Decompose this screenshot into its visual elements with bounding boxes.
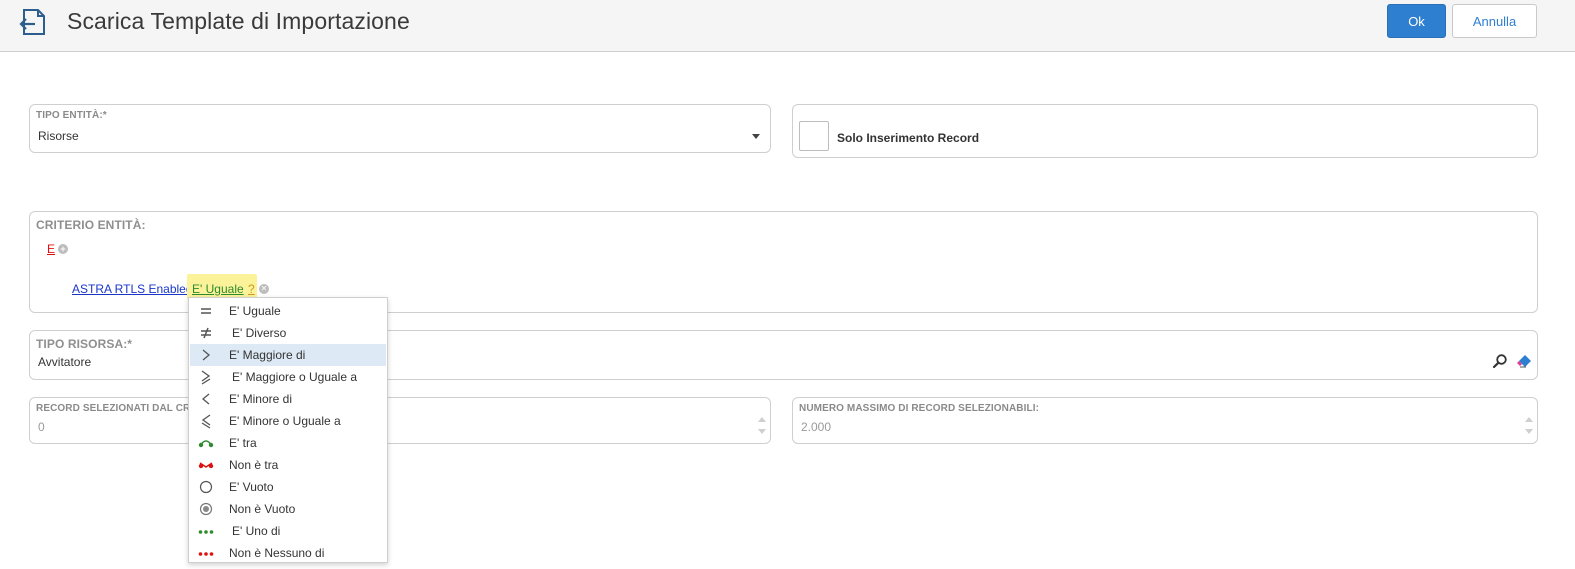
operator-option-label: Non è Nessuno di: [229, 546, 325, 560]
greater-than-icon: [202, 349, 211, 361]
less-equal-icon: [201, 414, 211, 429]
page-title: Scarica Template di Importazione: [67, 8, 410, 34]
filled-circle-icon: [199, 502, 213, 516]
equals-icon: [201, 308, 211, 314]
tipo-entita-label: TIPO ENTITÀ:*: [36, 110, 107, 121]
record-selezionati-stepper[interactable]: [758, 414, 766, 438]
tipo-entita-value: Risorse: [38, 129, 79, 143]
not-equals-icon: [201, 327, 211, 339]
operator-option-label: E' Maggiore o Uguale a: [232, 370, 358, 384]
operator-option-empty[interactable]: E' Vuoto: [190, 476, 386, 498]
operator-option-less-than[interactable]: E' Minore di: [190, 388, 386, 410]
stepper-down-icon[interactable]: [1525, 429, 1533, 434]
criterio-entita-label: CRITERIO ENTITÀ:: [36, 218, 146, 232]
operator-option-greater-equal[interactable]: E' Maggiore o Uguale a: [190, 366, 386, 388]
operator-option-not-equals[interactable]: E' Diverso: [190, 322, 386, 344]
import-template-icon: [19, 9, 45, 35]
stepper-up-icon[interactable]: [758, 417, 766, 422]
solo-inserimento-checkbox[interactable]: [799, 121, 829, 151]
numero-massimo-value: 2.000: [801, 420, 832, 434]
operator-option-equals[interactable]: E' Uguale: [190, 300, 386, 322]
header-bar: Scarica Template di Importazione Ok Annu…: [0, 0, 1575, 52]
cancel-button[interactable]: Annulla: [1452, 4, 1537, 38]
less-than-icon: [201, 393, 210, 405]
operator-option-label: Non è tra: [229, 458, 279, 472]
operator-option-label: E' Diverso: [232, 326, 287, 340]
operator-option-label: E' Uno di: [232, 524, 281, 538]
add-condition-icon[interactable]: +: [58, 244, 68, 254]
tipo-risorsa-label: TIPO RISORSA:*: [36, 337, 133, 351]
empty-circle-icon: [199, 480, 213, 494]
condition-attribute-link[interactable]: ASTRA RTLS Enabled?: [72, 282, 199, 296]
record-selezionati-field[interactable]: RECORD SELEZIONATI DAL CRITE 0: [29, 397, 771, 444]
operator-option-greater-than[interactable]: E' Maggiore di: [190, 344, 386, 366]
operator-option-label: E' Maggiore di: [229, 348, 306, 362]
operator-option-not-empty[interactable]: Non è Vuoto: [190, 498, 386, 520]
stepper-down-icon[interactable]: [758, 429, 766, 434]
solo-inserimento-label: Solo Inserimento Record: [837, 131, 980, 145]
numero-massimo-stepper[interactable]: [1525, 414, 1533, 438]
greater-equal-icon: [201, 370, 211, 385]
none-of-icon: [198, 552, 214, 556]
tipo-entita-select[interactable]: TIPO ENTITÀ:* Risorse: [29, 104, 771, 153]
operator-option-label: E' Uguale: [229, 304, 281, 318]
condition-operator-link[interactable]: E' Uguale: [192, 282, 244, 296]
condition-value-link[interactable]: ?: [248, 282, 255, 296]
numero-massimo-field[interactable]: NUMERO MASSIMO DI RECORD SELEZIONABILI: …: [792, 397, 1538, 444]
operator-option-label: E' tra: [229, 436, 257, 450]
operator-option-label: E' Minore o Uguale a: [229, 414, 341, 428]
eraser-icon[interactable]: [1516, 353, 1532, 369]
stepper-up-icon[interactable]: [1525, 417, 1533, 422]
operator-option-none-of[interactable]: Non è Nessuno di: [190, 542, 386, 564]
logic-operator-link[interactable]: E: [47, 242, 55, 256]
chevron-down-icon[interactable]: [752, 134, 760, 139]
operator-option-label: E' Vuoto: [229, 480, 274, 494]
search-icon[interactable]: [1492, 353, 1508, 369]
ok-button[interactable]: Ok: [1387, 4, 1446, 38]
one-of-icon: [198, 530, 214, 534]
record-selezionati-label: RECORD SELEZIONATI DAL CRITE: [36, 403, 207, 414]
operator-option-label: E' Minore di: [229, 392, 292, 406]
solo-inserimento-field: Solo Inserimento Record: [792, 104, 1538, 158]
record-selezionati-value: 0: [38, 420, 45, 434]
between-icon: [198, 440, 214, 448]
operator-option-label: Non è Vuoto: [229, 502, 296, 516]
operator-option-between[interactable]: E' tra: [190, 432, 386, 454]
operator-option-not-between[interactable]: Non è tra: [190, 454, 386, 476]
operator-dropdown: E' Uguale E' Diverso E' Maggiore di E' M…: [188, 297, 388, 563]
operator-option-one-of[interactable]: E' Uno di: [190, 520, 386, 542]
operator-option-less-equal[interactable]: E' Minore o Uguale a: [190, 410, 386, 432]
remove-condition-icon[interactable]: ✕: [259, 284, 269, 294]
not-between-icon: [198, 462, 214, 469]
tipo-risorsa-value: Avvitatore: [38, 355, 92, 369]
numero-massimo-label: NUMERO MASSIMO DI RECORD SELEZIONABILI:: [799, 403, 1040, 414]
